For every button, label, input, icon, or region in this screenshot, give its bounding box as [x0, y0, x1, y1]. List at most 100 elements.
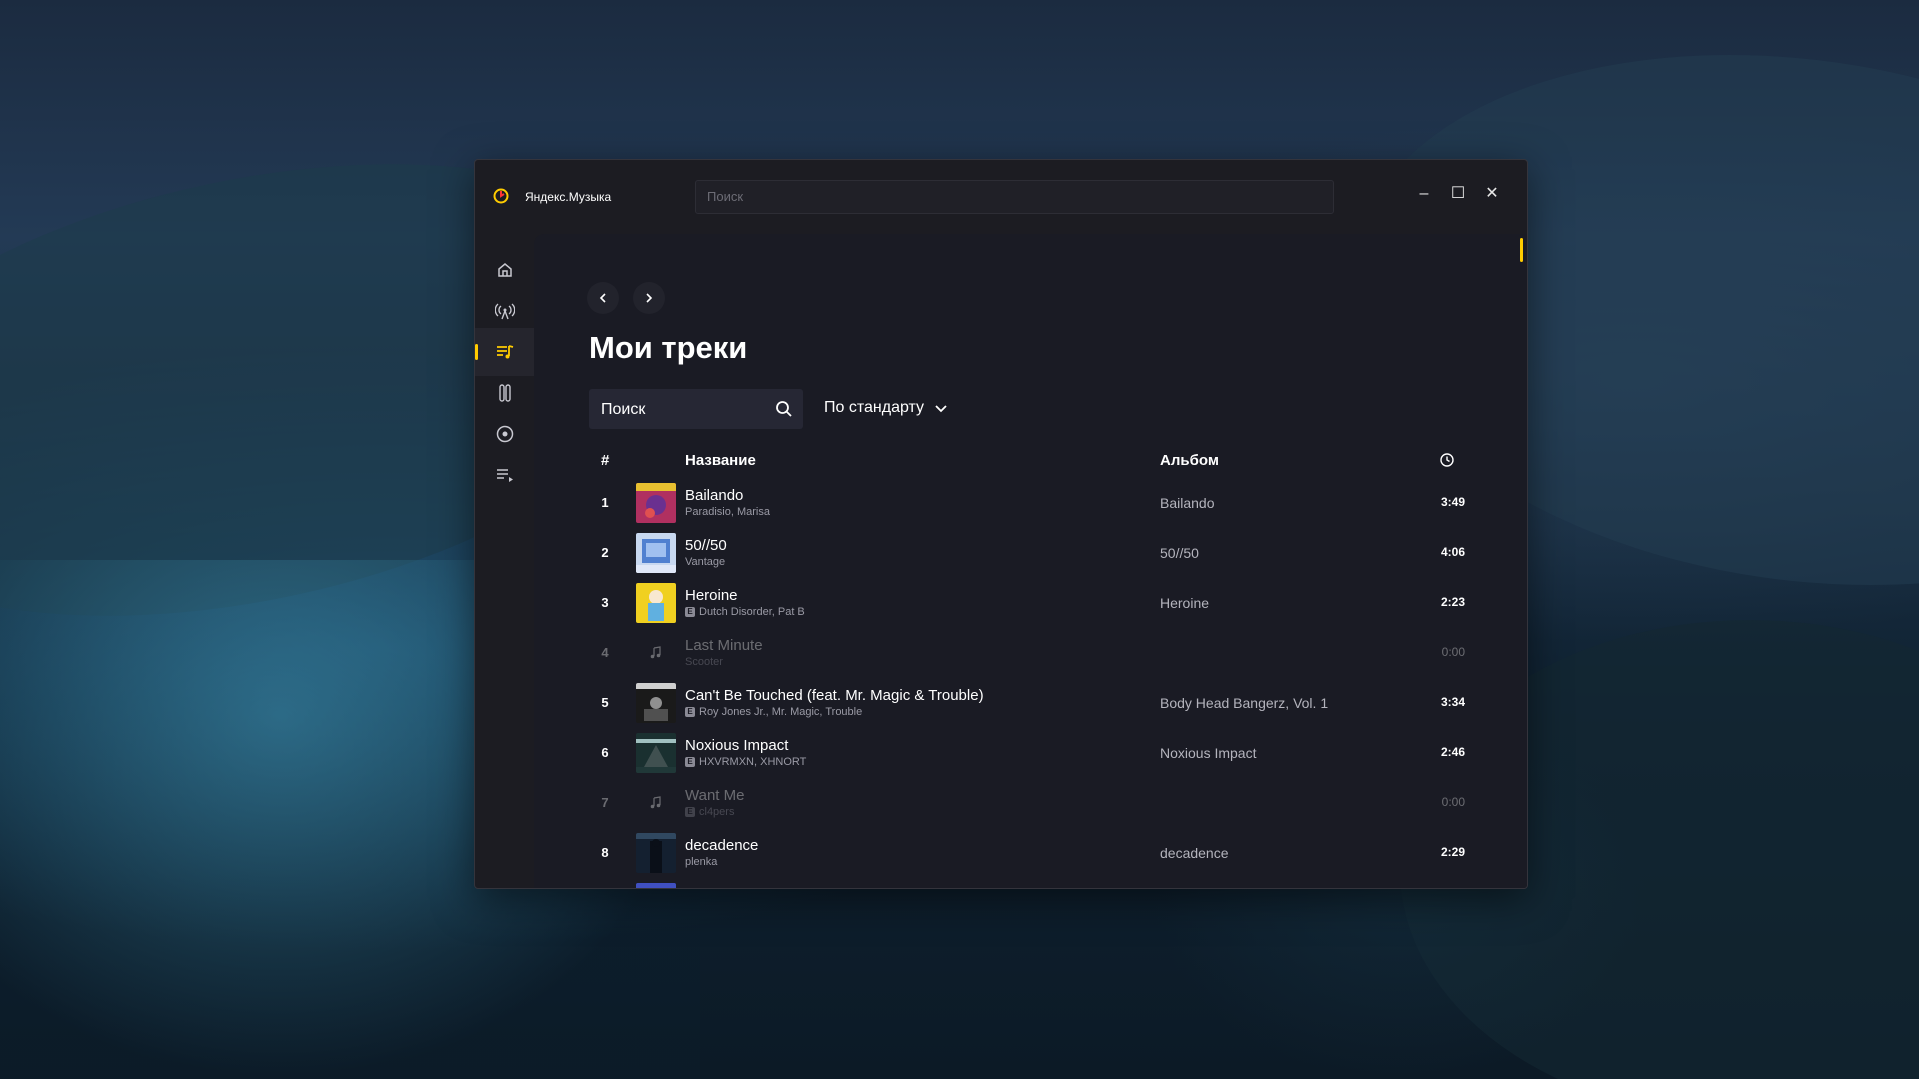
- track-duration: 3:34: [1440, 695, 1465, 709]
- track-artist[interactable]: E Roy Jones Jr., Mr. Magic, Trouble: [685, 706, 862, 718]
- table-row[interactable]: 4 Last Minute Scooter 0:00: [589, 628, 1469, 678]
- main-content: Мои треки Поиск По стандарту # Название …: [534, 234, 1527, 889]
- tracks-search-field[interactable]: Поиск: [589, 389, 803, 429]
- track-duration: 4:06: [1440, 545, 1465, 559]
- track-artist[interactable]: Vantage: [685, 556, 725, 568]
- track-title[interactable]: Noxious Impact: [685, 737, 788, 754]
- album-cover[interactable]: [636, 483, 676, 523]
- scrollbar-thumb[interactable]: [1520, 238, 1523, 262]
- artist-name[interactable]: HXVRMXN, XHNORT: [699, 756, 806, 768]
- yandex-music-logo-icon: [493, 188, 509, 204]
- track-title[interactable]: 50//50: [685, 537, 727, 554]
- track-artist[interactable]: Ecl4pers: [685, 806, 734, 818]
- artist-name[interactable]: Scooter: [685, 656, 723, 668]
- artist-name[interactable]: Roy Jones Jr., Mr. Magic, Trouble: [699, 706, 862, 718]
- page-title: Мои треки: [589, 330, 748, 365]
- explicit-badge: E: [685, 707, 695, 717]
- my-tracks-icon: [496, 345, 513, 359]
- track-artist[interactable]: plenka: [685, 856, 717, 868]
- column-title[interactable]: Название: [685, 452, 756, 469]
- track-album[interactable]: Body Head Bangerz, Vol. 1: [1160, 695, 1328, 711]
- track-artist[interactable]: Scooter: [685, 656, 723, 668]
- sort-dropdown[interactable]: По стандарту: [824, 399, 948, 417]
- track-title[interactable]: Bailando: [685, 487, 743, 504]
- explicit-badge: E: [685, 607, 695, 617]
- track-duration: 3:49: [1440, 495, 1465, 509]
- track-album[interactable]: Heroine: [1160, 595, 1209, 611]
- track-number: 5: [601, 695, 609, 710]
- artist-name[interactable]: Vantage: [685, 556, 725, 568]
- chevron-down-icon: [935, 405, 947, 413]
- track-number: 2: [601, 545, 609, 560]
- music-note-icon: [650, 646, 661, 659]
- album-cover[interactable]: [636, 833, 676, 873]
- sort-label: По стандарту: [824, 399, 925, 416]
- tracks-table-header: # Название Альбом: [589, 446, 1469, 476]
- track-number: 6: [601, 745, 609, 760]
- track-title[interactable]: Heroine: [685, 587, 738, 604]
- music-note-icon: [650, 796, 661, 809]
- album-cover[interactable]: [636, 683, 676, 723]
- track-album[interactable]: Noxious Impact: [1160, 745, 1256, 761]
- track-album[interactable]: 50//50: [1160, 545, 1199, 561]
- track-number: 8: [601, 845, 609, 860]
- table-row[interactable]: 5 Can't Be Touched (feat. Mr. Magic & Tr…: [589, 678, 1469, 728]
- artist-name[interactable]: cl4pers: [699, 806, 734, 818]
- artist-name[interactable]: plenka: [685, 856, 717, 868]
- album-cover[interactable]: [636, 733, 676, 773]
- column-album[interactable]: Альбом: [1160, 452, 1219, 469]
- track-duration: 2:23: [1440, 595, 1465, 609]
- track-title[interactable]: Can't Be Touched (feat. Mr. Magic & Trou…: [685, 687, 984, 704]
- radio-icon: [494, 303, 515, 320]
- track-number: 4: [601, 645, 609, 660]
- back-button[interactable]: [587, 282, 619, 314]
- table-row[interactable]: 8 decadence plenka decadence 2:29: [589, 828, 1469, 878]
- table-row[interactable]: 2 50//50 Vantage 50//50 4:06: [589, 528, 1469, 578]
- podcast-icon: [498, 384, 511, 402]
- album-cover-placeholder: [636, 783, 676, 823]
- track-duration: 2:46: [1440, 745, 1465, 759]
- maximize-button[interactable]: ☐: [1446, 182, 1470, 206]
- track-title[interactable]: decadence: [685, 837, 758, 854]
- track-title[interactable]: Last Minute: [685, 637, 763, 654]
- track-number: 3: [601, 595, 609, 610]
- close-button[interactable]: ✕: [1480, 182, 1504, 206]
- table-row[interactable]: 7 Want Me Ecl4pers 0:00: [589, 778, 1469, 828]
- track-duration: 2:29: [1440, 845, 1465, 859]
- track-album[interactable]: Bailando: [1160, 495, 1215, 511]
- album-cover[interactable]: [636, 533, 676, 573]
- home-icon: [497, 263, 512, 277]
- track-number: 7: [601, 795, 609, 810]
- album-cover-placeholder: [636, 633, 676, 673]
- explicit-badge: E: [685, 807, 695, 817]
- app-title: Яндекс.Музыка: [525, 190, 612, 204]
- column-number: #: [601, 452, 610, 469]
- track-artist[interactable]: Paradisio, Marisa: [685, 506, 770, 518]
- album-cover[interactable]: [636, 583, 676, 623]
- chevron-right-icon: [646, 293, 653, 303]
- sidebar-item-playlists[interactable]: [475, 451, 534, 499]
- tracks-table: 1 Bailando Paradisio, Marisa Bailando 3:…: [589, 478, 1469, 889]
- global-search-input[interactable]: Поиск: [695, 180, 1334, 214]
- table-row-partial[interactable]: [589, 878, 1469, 889]
- playlist-icon: [496, 469, 513, 482]
- search-icon[interactable]: [774, 399, 794, 419]
- forward-button[interactable]: [633, 282, 665, 314]
- sidebar: [475, 234, 534, 888]
- explicit-badge: E: [685, 757, 695, 767]
- album-cover[interactable]: [636, 883, 676, 889]
- track-number: 1: [601, 495, 609, 510]
- track-title[interactable]: Want Me: [685, 787, 744, 804]
- table-row[interactable]: 3 Heroine E Dutch Disorder, Pat B Heroine…: [589, 578, 1469, 628]
- track-artist[interactable]: E Dutch Disorder, Pat B: [685, 606, 805, 618]
- artist-name[interactable]: Paradisio, Marisa: [685, 506, 770, 518]
- table-row[interactable]: 6 Noxious Impact E HXVRMXN, XHNORT Noxiou…: [589, 728, 1469, 778]
- titlebar[interactable]: Яндекс.Музыка Поиск – ☐ ✕: [475, 160, 1527, 234]
- tracks-search-input[interactable]: Поиск: [601, 401, 645, 419]
- track-album[interactable]: decadence: [1160, 845, 1229, 861]
- table-row[interactable]: 1 Bailando Paradisio, Marisa Bailando 3:…: [589, 478, 1469, 528]
- minimize-button[interactable]: –: [1412, 182, 1436, 206]
- clock-icon[interactable]: [1439, 452, 1455, 468]
- artist-name[interactable]: Dutch Disorder, Pat B: [699, 606, 805, 618]
- track-artist[interactable]: E HXVRMXN, XHNORT: [685, 756, 806, 768]
